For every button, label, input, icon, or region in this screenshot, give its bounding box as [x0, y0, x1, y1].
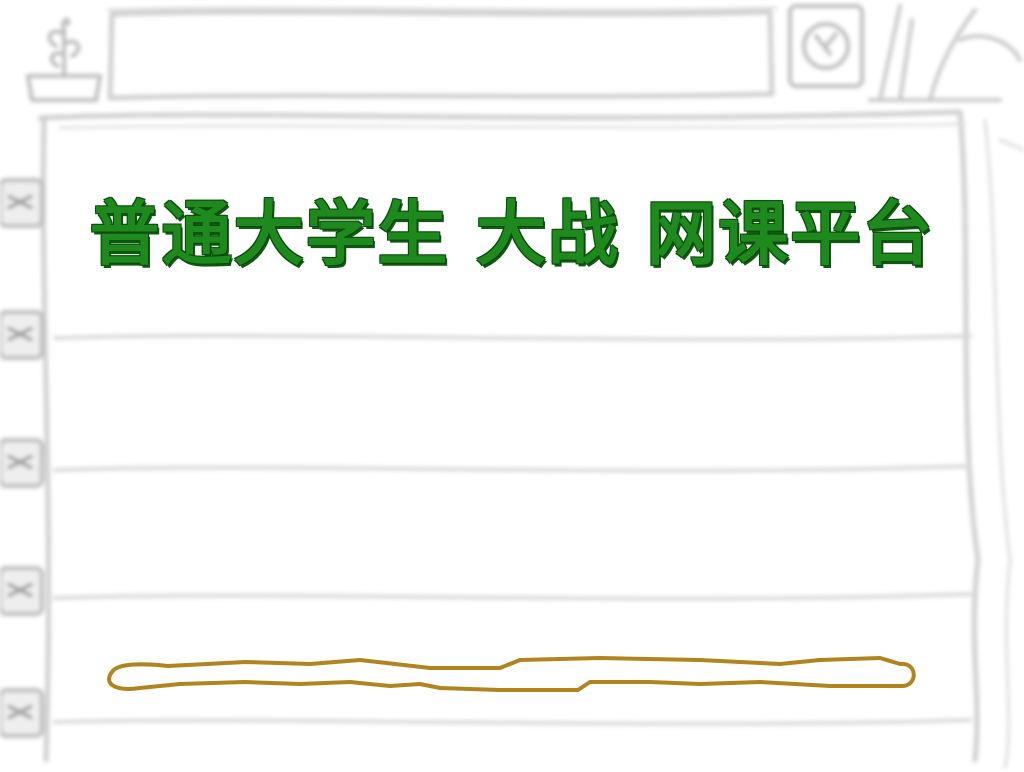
- underline-stroke: [107, 656, 916, 692]
- hand-drawn-underline: [107, 656, 916, 692]
